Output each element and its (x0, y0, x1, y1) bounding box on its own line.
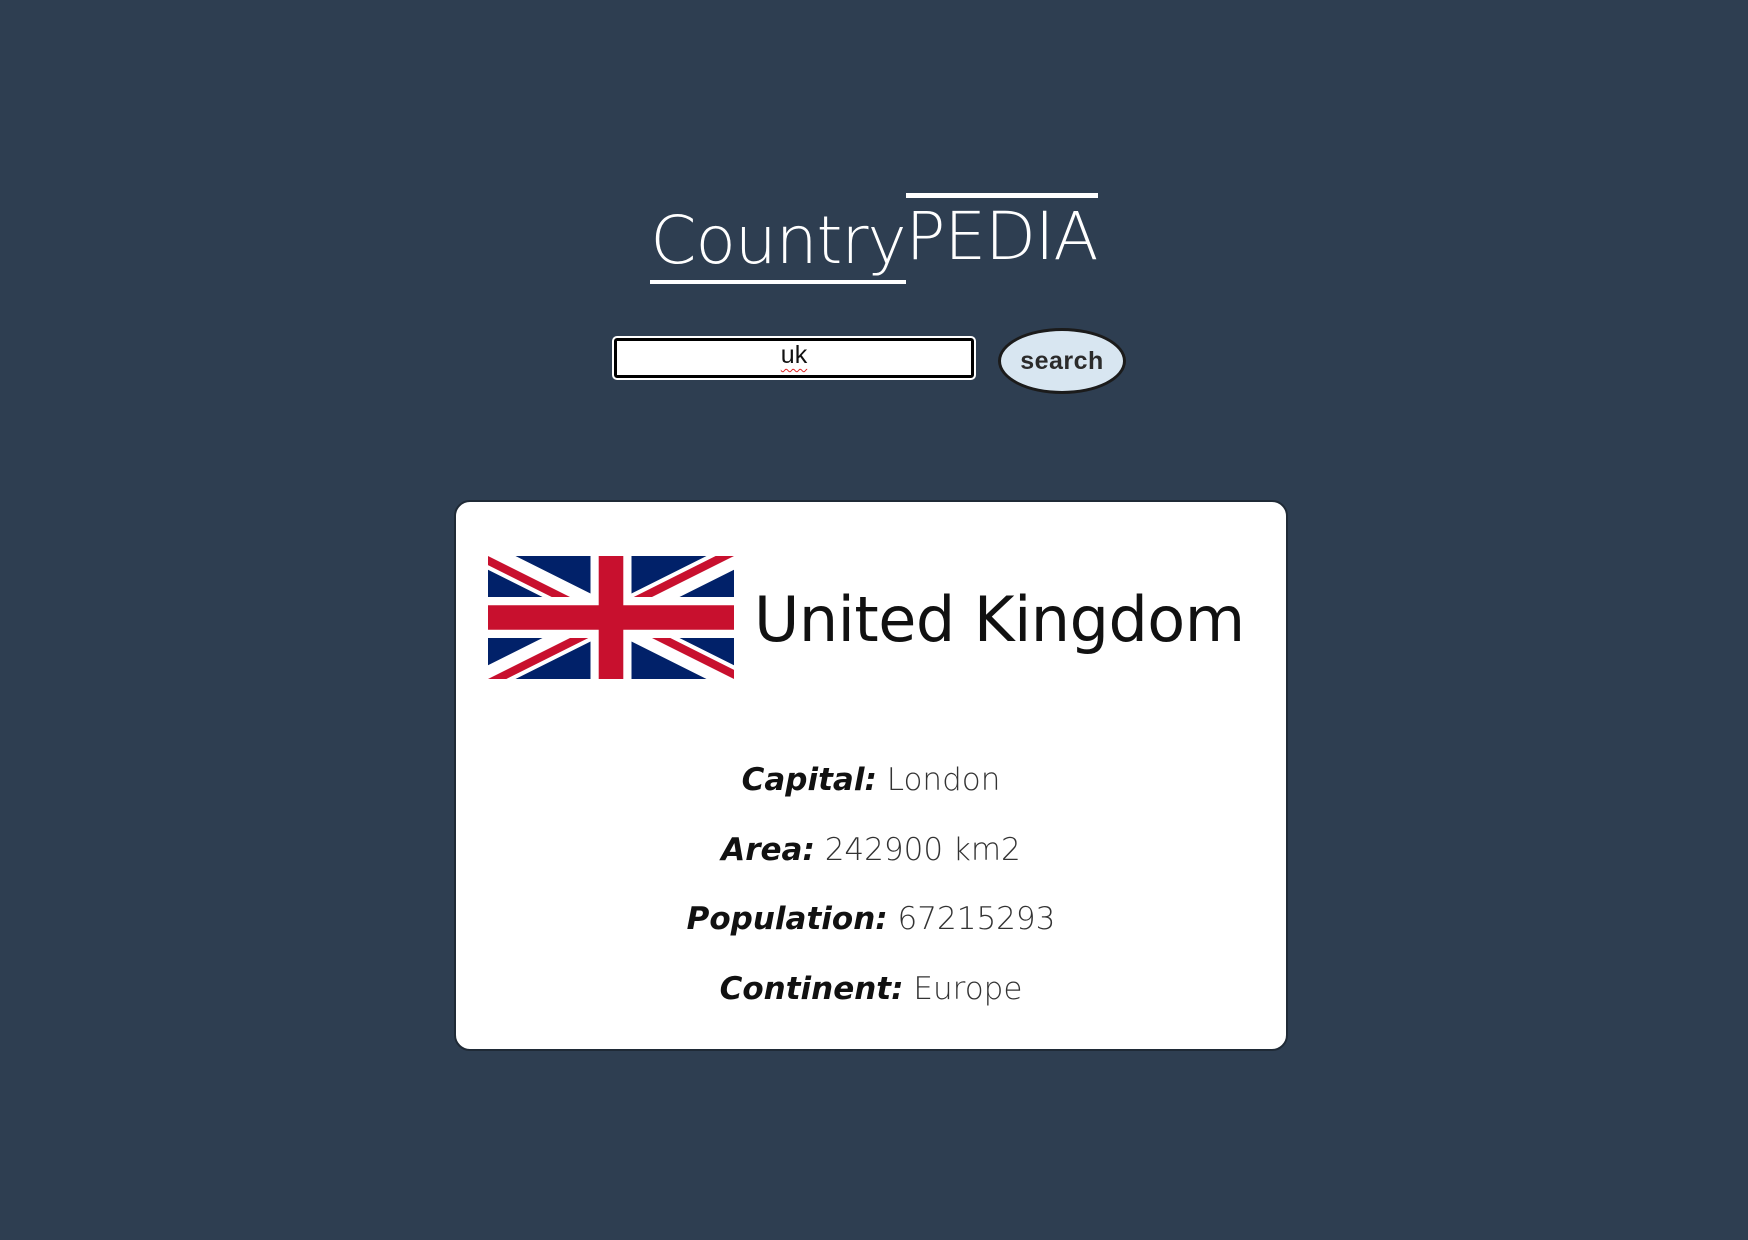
country-card: United Kingdom Capital: London Area: 242… (454, 500, 1288, 1051)
fact-population-label: Population: (686, 901, 888, 937)
search-bar: uk search (0, 328, 1748, 398)
fact-continent: Continent: Europe (456, 955, 1286, 1025)
fact-area: Area: 242900 km2 (456, 816, 1286, 886)
union-jack-flag-icon (488, 556, 734, 679)
logo: CountryPEDIA (0, 193, 1748, 286)
fact-capital: Capital: London (456, 746, 1286, 816)
fact-capital-value: London (886, 762, 1001, 798)
fact-area-label: Area: (721, 831, 815, 868)
country-name-heading: United Kingdom (754, 583, 1245, 656)
fact-continent-label: Continent: (719, 970, 904, 1007)
search-input[interactable]: uk (612, 336, 976, 380)
logo-pedia-text: PEDIA (905, 193, 1099, 276)
fact-area-value: 242900 km2 (824, 831, 1021, 868)
search-button[interactable]: search (998, 328, 1126, 394)
fact-continent-value: Europe (913, 970, 1023, 1007)
country-facts: Capital: London Area: 242900 km2 Populat… (456, 746, 1286, 1024)
fact-population-value: 67215293 (897, 901, 1056, 937)
search-input-value: uk (780, 341, 808, 369)
logo-country-text: Country (650, 202, 907, 284)
page: CountryPEDIA uk search United Kingdom Ca… (0, 0, 1748, 1240)
fact-population: Population: 67215293 (456, 885, 1286, 955)
fact-capital-label: Capital: (741, 762, 877, 798)
